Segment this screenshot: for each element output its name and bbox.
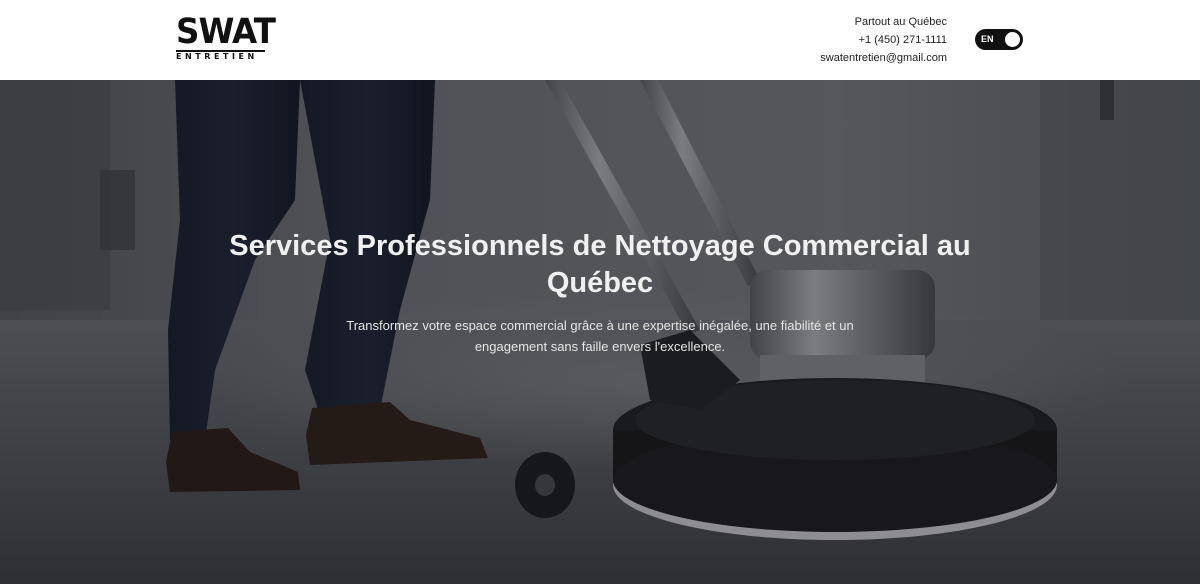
service-area-text: Partout au Québec	[854, 16, 947, 28]
phone-link[interactable]: +1 (450) 271-1111	[820, 31, 947, 49]
logo[interactable]: SWAT ENTRETIEN	[176, 12, 276, 63]
logo-wordmark: SWAT	[176, 12, 276, 52]
site-header: SWAT ENTRETIEN Partout au Québec +1 (450…	[0, 0, 1200, 80]
language-toggle-label: EN	[981, 34, 994, 44]
language-toggle[interactable]: EN	[975, 29, 1023, 50]
logo-subtitle: ENTRETIEN	[176, 52, 258, 61]
hero-section: Services Professionnels de Nettoyage Com…	[0, 80, 1200, 584]
email-link[interactable]: swatentretien@gmail.com	[820, 49, 947, 67]
contact-info: Partout au Québec +1 (450) 271-1111 swat…	[820, 13, 947, 67]
hero-subtitle: Transformez votre espace commercial grâc…	[346, 318, 854, 354]
hero-title: Services Professionnels de Nettoyage Com…	[229, 230, 971, 299]
language-toggle-knob	[1005, 32, 1020, 47]
